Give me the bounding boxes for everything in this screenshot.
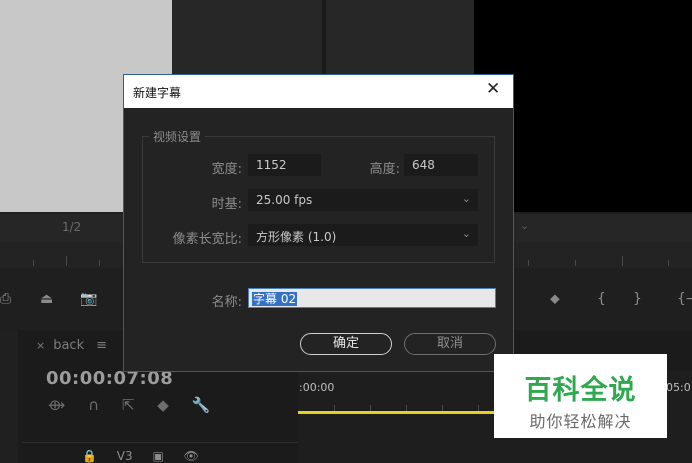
new-title-dialog: 新建字幕 ✕ 视频设置 宽度: 1152 高度: 648 时基: 25.00 f… bbox=[123, 74, 514, 372]
pixel-aspect-ratio-label: 像素长宽比: bbox=[172, 232, 242, 247]
ruler-end-time: 05:0 bbox=[666, 381, 691, 394]
track-name: V3 bbox=[116, 449, 133, 463]
cancel-button[interactable]: 取消 bbox=[404, 333, 496, 355]
pixel-aspect-ratio-select[interactable]: 方形像素 (1.0) ⌄ bbox=[248, 224, 478, 246]
sequence-tab-label: back bbox=[53, 338, 85, 353]
watermark-title: 百科全说 bbox=[524, 375, 637, 406]
timebase-label: 时基: bbox=[211, 197, 242, 212]
height-input[interactable]: 648 bbox=[404, 154, 478, 176]
width-label: 宽度: bbox=[211, 162, 242, 177]
timeline-toolbar: ⟴ ∩ ⇱ ◆ 🔧 bbox=[48, 396, 228, 414]
track-header-v3[interactable]: 🔒 V3 ▣ 👁 bbox=[82, 449, 215, 463]
snap-magnet-icon[interactable]: ∩ bbox=[88, 396, 99, 414]
lift-icon[interactable]: ⏏ bbox=[40, 291, 53, 307]
marker-icon[interactable]: ⬥ bbox=[550, 291, 560, 307]
chevron-down-icon: ⌄ bbox=[461, 192, 471, 205]
export-frame-icon[interactable]: ⎙ bbox=[0, 291, 11, 307]
watermark-subtitle: 助你轻松解决 bbox=[529, 412, 632, 431]
dialog-title: 新建字幕 bbox=[133, 86, 182, 100]
height-label: 高度: bbox=[369, 162, 400, 177]
close-icon[interactable]: ✕ bbox=[486, 81, 500, 98]
go-to-in-icon[interactable]: {⇥ bbox=[677, 291, 692, 307]
project-panel-edge bbox=[0, 330, 18, 463]
ok-button[interactable]: 确定 bbox=[300, 333, 392, 355]
timebase-value: 25.00 fps bbox=[256, 193, 313, 207]
ruler-start-time: :00:00 bbox=[299, 381, 335, 394]
chevron-down-icon: ⌄ bbox=[461, 227, 471, 240]
camera-icon[interactable]: 📷 bbox=[80, 291, 97, 307]
name-input-selected-text: 字幕 02 bbox=[252, 292, 298, 306]
name-input[interactable]: 字幕 02 bbox=[248, 288, 496, 308]
nest-toggle-icon[interactable]: ⟴ bbox=[48, 396, 65, 414]
mark-in-icon[interactable]: { bbox=[597, 291, 606, 307]
dialog-titlebar[interactable]: 新建字幕 ✕ bbox=[124, 75, 513, 108]
work-area-bar[interactable] bbox=[298, 411, 498, 414]
settings-wrench-icon[interactable]: 🔧 bbox=[192, 396, 211, 414]
close-icon[interactable]: × bbox=[36, 339, 45, 352]
pixel-aspect-ratio-value: 方形像素 (1.0) bbox=[256, 230, 337, 244]
monitor-zoom-level[interactable]: 1/2 bbox=[62, 220, 81, 234]
eye-icon[interactable]: 👁 bbox=[184, 449, 199, 463]
sequence-tab[interactable]: × back ≡ bbox=[36, 338, 107, 353]
mark-out-icon[interactable]: } bbox=[633, 291, 642, 307]
add-marker-icon[interactable]: ◆ bbox=[157, 396, 169, 414]
chevron-down-icon[interactable]: ⌄ bbox=[520, 219, 568, 237]
lock-icon[interactable]: 🔒 bbox=[82, 449, 97, 463]
baike-watermark-logo: 百科全说 助你轻松解决 bbox=[494, 354, 667, 438]
linked-selection-icon[interactable]: ⇱ bbox=[122, 396, 135, 414]
panel-menu-icon[interactable]: ≡ bbox=[96, 338, 107, 353]
name-label: 名称: bbox=[211, 295, 242, 310]
timebase-select[interactable]: 25.00 fps ⌄ bbox=[248, 189, 478, 211]
width-input[interactable]: 1152 bbox=[248, 154, 321, 176]
video-settings-legend: 视频设置 bbox=[149, 128, 206, 145]
sync-lock-icon[interactable]: ▣ bbox=[152, 449, 163, 463]
